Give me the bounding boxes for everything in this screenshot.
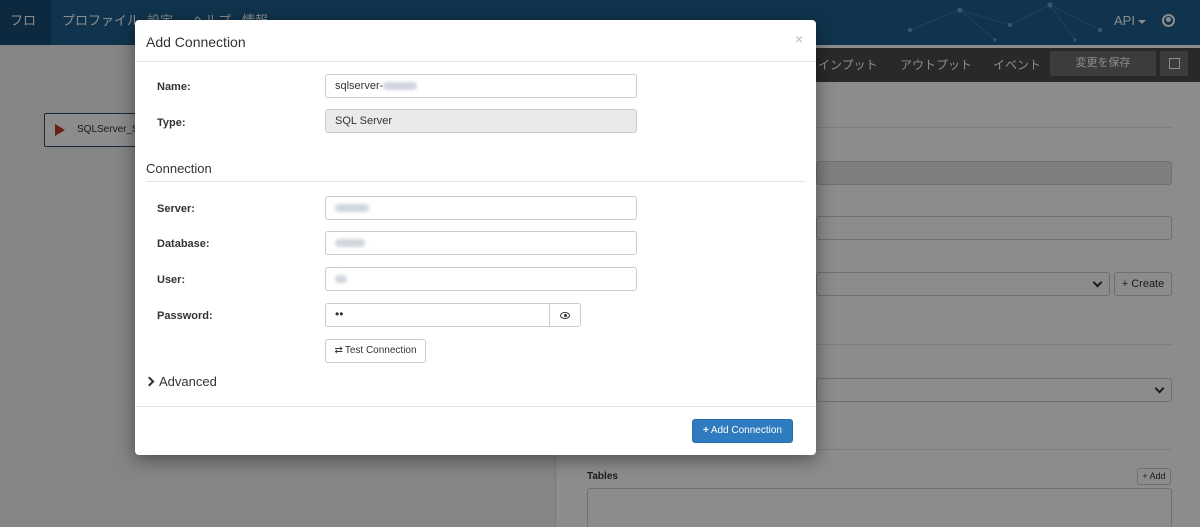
name-label: Name:	[157, 81, 191, 93]
connection-section-title: Connection	[146, 161, 212, 176]
password-label: Password:	[157, 310, 213, 322]
name-value: sqlserver-	[335, 80, 384, 92]
plus-icon: +	[702, 425, 709, 436]
password-group: ••	[325, 303, 581, 327]
user-input[interactable]	[325, 267, 637, 291]
redacted-text	[335, 239, 365, 248]
type-label: Type:	[157, 117, 186, 129]
test-connection-label: Test Connection	[344, 345, 417, 356]
test-connection-button[interactable]: ⇄ Test Connection	[325, 339, 426, 363]
redacted-text	[335, 204, 369, 213]
add-connection-label: Add Connection	[710, 425, 782, 436]
add-connection-dialog: Add Connection × Name: sqlserver- Type: …	[135, 20, 816, 455]
add-connection-button[interactable]: + Add Connection	[692, 419, 793, 443]
advanced-label: Advanced	[159, 374, 217, 389]
redacted-text	[335, 275, 347, 284]
close-icon[interactable]: ×	[795, 31, 803, 47]
server-label: Server:	[157, 203, 195, 215]
type-value: SQL Server	[335, 115, 393, 127]
user-label: User:	[157, 274, 186, 286]
redacted-text	[383, 82, 418, 91]
database-input[interactable]	[325, 231, 637, 255]
server-input[interactable]	[325, 196, 637, 220]
database-label: Database:	[157, 238, 210, 250]
header-divider	[135, 61, 816, 62]
footer-divider	[135, 406, 816, 407]
name-input[interactable]: sqlserver-	[325, 74, 637, 98]
chevron-right-icon	[144, 376, 155, 387]
swap-icon: ⇄	[334, 345, 343, 356]
show-password-button[interactable]	[549, 303, 581, 327]
eye-icon	[560, 312, 570, 319]
password-value: ••	[335, 307, 344, 321]
type-field: SQL Server	[325, 109, 637, 133]
dialog-title: Add Connection	[146, 34, 246, 50]
advanced-toggle[interactable]: Advanced	[144, 374, 217, 389]
password-input[interactable]: ••	[325, 303, 550, 327]
section-divider	[146, 181, 805, 182]
